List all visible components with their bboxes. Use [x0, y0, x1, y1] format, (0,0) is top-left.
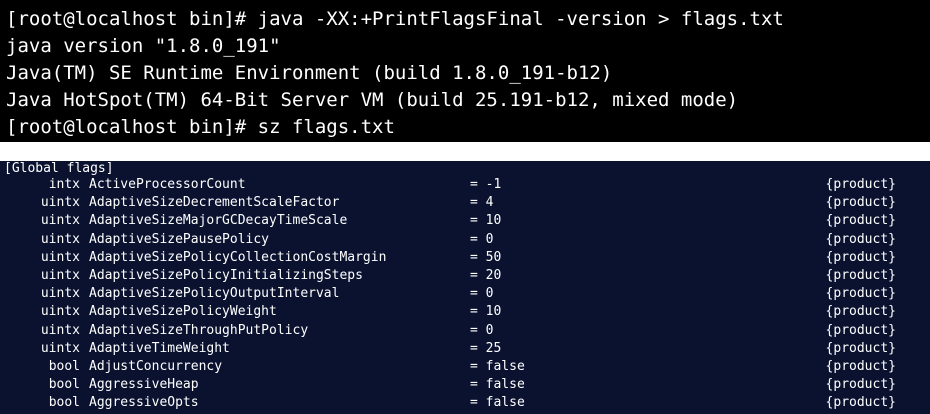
- flag-value: = 0: [470, 286, 494, 302]
- flag-name: AdaptiveSizePolicyOutputInterval: [89, 286, 340, 302]
- table-row: uintx AdaptiveSizeMajorGCDecayTimeScale = …: [0, 212, 930, 230]
- table-row: bool AggressiveHeap = false {product}: [0, 376, 930, 394]
- flag-type: uintx: [40, 322, 80, 338]
- flag-value: = 25: [470, 340, 502, 356]
- flag-value: = 0: [470, 231, 494, 247]
- table-row: uintx AdaptiveSizePolicyOutputInterval = 0…: [0, 285, 930, 303]
- flag-type: bool: [48, 395, 80, 411]
- flag-name: AdaptiveSizePausePolicy: [89, 231, 270, 247]
- flag-kind: {product}: [825, 213, 896, 229]
- flag-kind: {product}: [825, 395, 896, 411]
- flag-name: AdaptiveSizePolicyInitializingSteps: [89, 267, 363, 283]
- flag-value: = false: [470, 395, 525, 411]
- flag-type: uintx: [40, 267, 80, 283]
- flag-type: uintx: [40, 213, 80, 229]
- flag-type: intx: [48, 177, 80, 192]
- flag-type: bool: [48, 358, 80, 374]
- flag-value: = 0: [470, 322, 494, 338]
- flag-type: uintx: [40, 231, 80, 247]
- flag-kind: {product}: [825, 322, 896, 338]
- flag-kind: {product}: [825, 286, 896, 302]
- table-row: uintx AdaptiveSizePolicyWeight = 10 {produc…: [0, 303, 930, 321]
- table-row: uintx AdaptiveSizePolicyCollectionCostMar…: [0, 249, 930, 267]
- terminal-session[interactable]: [root@localhost bin]# java -XX:+PrintFla…: [0, 0, 930, 142]
- flag-type: bool: [48, 377, 80, 393]
- flag-type: uintx: [40, 340, 80, 356]
- flag-value: = false: [470, 377, 525, 393]
- flag-value: = 10: [470, 304, 502, 320]
- table-row: bool AggressiveOpts = false {product}: [0, 394, 930, 412]
- flag-kind: {product}: [825, 304, 896, 320]
- flag-name: ActiveProcessorCount: [89, 177, 246, 192]
- flag-name: AdaptiveSizeMajorGCDecayTimeScale: [89, 213, 348, 229]
- terminal-line-output: java version "1.8.0_191": [6, 35, 281, 57]
- flag-kind: {product}: [825, 267, 896, 283]
- section-header: [Global flags]: [4, 161, 114, 176]
- flag-type: uintx: [40, 304, 80, 320]
- flag-value: = 4: [470, 195, 494, 211]
- flag-kind: {product}: [825, 358, 896, 374]
- flag-kind: {product}: [825, 195, 896, 211]
- flags-list: intx ActiveProcessorCount = -1 {product} uin…: [0, 176, 930, 412]
- terminal-line-command: [root@localhost bin]# sz flags.txt: [6, 116, 395, 138]
- flag-value: = 10: [470, 213, 502, 229]
- flag-value: = 50: [470, 249, 502, 265]
- flag-type: uintx: [40, 286, 80, 302]
- table-row: uintx AdaptiveSizePolicyInitializingSteps…: [0, 267, 930, 285]
- flag-name: AggressiveOpts: [89, 395, 199, 411]
- table-row: bool AdjustConcurrency = false {product}: [0, 358, 930, 376]
- flag-name: AdaptiveSizePolicyWeight: [89, 304, 277, 320]
- terminal-line-command: [root@localhost bin]# java -XX:+PrintFla…: [6, 8, 784, 30]
- flag-kind: {product}: [825, 249, 896, 265]
- flag-name: AdaptiveSizeThroughPutPolicy: [89, 322, 309, 338]
- table-row: intx ActiveProcessorCount = -1 {product}: [0, 176, 930, 194]
- table-row: uintx AdaptiveSizeThroughPutPolicy = 0 {pro…: [0, 322, 930, 340]
- flag-type: uintx: [40, 195, 80, 211]
- flag-kind: {product}: [825, 377, 896, 393]
- flag-kind: {product}: [825, 177, 896, 192]
- flag-type: uintx: [40, 249, 80, 265]
- flag-name: AdaptiveSizePolicyCollectionCostMargin: [89, 249, 387, 265]
- flag-name: AdaptiveSizeDecrementScaleFactor: [89, 195, 340, 211]
- table-row: uintx AdaptiveTimeWeight = 25 {product}: [0, 340, 930, 358]
- table-row: uintx AdaptiveSizePausePolicy = 0 {product}: [0, 231, 930, 249]
- flag-name: AdjustConcurrency: [89, 358, 223, 374]
- flag-name: AdaptiveTimeWeight: [89, 340, 230, 356]
- terminal-line-output: Java HotSpot(TM) 64-Bit Server VM (build…: [6, 89, 739, 111]
- flag-name: AggressiveHeap: [89, 377, 199, 393]
- flags-file-view[interactable]: [Global flags] intx ActiveProcessorCount =…: [0, 161, 930, 414]
- flag-kind: {product}: [825, 340, 896, 356]
- flag-kind: {product}: [825, 231, 896, 247]
- terminal-line-output: Java(TM) SE Runtime Environment (build 1…: [6, 62, 613, 84]
- flag-value: = 20: [470, 267, 502, 283]
- flag-value: = -1: [470, 177, 502, 192]
- table-row: uintx AdaptiveSizeDecrementScaleFactor = 4…: [0, 194, 930, 212]
- flag-value: = false: [470, 358, 525, 374]
